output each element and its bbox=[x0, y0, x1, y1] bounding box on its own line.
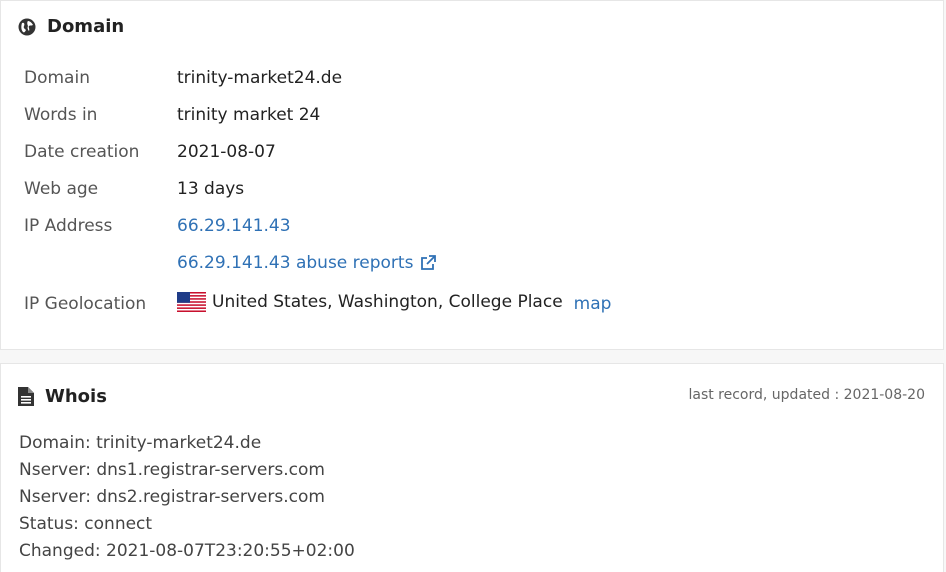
ip-address-link[interactable]: 66.29.141.43 bbox=[177, 215, 291, 237]
domain-header: Domain bbox=[18, 16, 124, 37]
words-in-value: trinity market 24 bbox=[177, 105, 321, 125]
us-flag-icon bbox=[177, 292, 206, 312]
domain-value: trinity-market24.de bbox=[177, 68, 343, 88]
ip-address-label: IP Address bbox=[24, 216, 113, 236]
whois-line-status: Status: connect bbox=[19, 514, 153, 534]
whois-record: Domain: trinity-market24.de Nserver: dns… bbox=[19, 430, 355, 565]
domain-label: Domain bbox=[24, 68, 90, 88]
ip-geolocation-label: IP Geolocation bbox=[24, 294, 147, 314]
whois-title: Whois bbox=[45, 386, 107, 407]
web-age-value: 13 days bbox=[177, 179, 245, 199]
document-icon bbox=[18, 387, 34, 406]
words-in-label: Words in bbox=[24, 105, 98, 125]
whois-line-changed: Changed: 2021-08-07T23:20:55+02:00 bbox=[19, 541, 355, 561]
date-creation-label: Date creation bbox=[24, 142, 140, 162]
ip-geolocation-value: United States, Washington, College Place… bbox=[177, 291, 612, 315]
last-updated: last record, updated : 2021-08-20 bbox=[688, 387, 925, 403]
whois-line-nserver-2: Nserver: dns2.registrar-servers.com bbox=[19, 487, 325, 507]
abuse-reports-link[interactable]: 66.29.141.43 abuse reports bbox=[177, 252, 437, 274]
geolocation-text: United States, Washington, College Place bbox=[212, 292, 563, 312]
abuse-reports-text: 66.29.141.43 abuse reports bbox=[177, 253, 414, 273]
whois-line-nserver-1: Nserver: dns1.registrar-servers.com bbox=[19, 460, 325, 480]
map-link[interactable]: map bbox=[574, 293, 612, 315]
whois-header: Whois bbox=[18, 386, 107, 407]
whois-card: Whois last record, updated : 2021-08-20 … bbox=[0, 363, 944, 572]
domain-title: Domain bbox=[47, 16, 125, 37]
date-creation-value: 2021-08-07 bbox=[177, 142, 276, 162]
web-age-label: Web age bbox=[24, 179, 99, 199]
globe-icon bbox=[18, 18, 36, 35]
domain-card: Domain Domain trinity-market24.de Words … bbox=[0, 0, 944, 350]
whois-line-domain: Domain: trinity-market24.de bbox=[19, 433, 262, 453]
external-link-icon bbox=[421, 255, 437, 270]
